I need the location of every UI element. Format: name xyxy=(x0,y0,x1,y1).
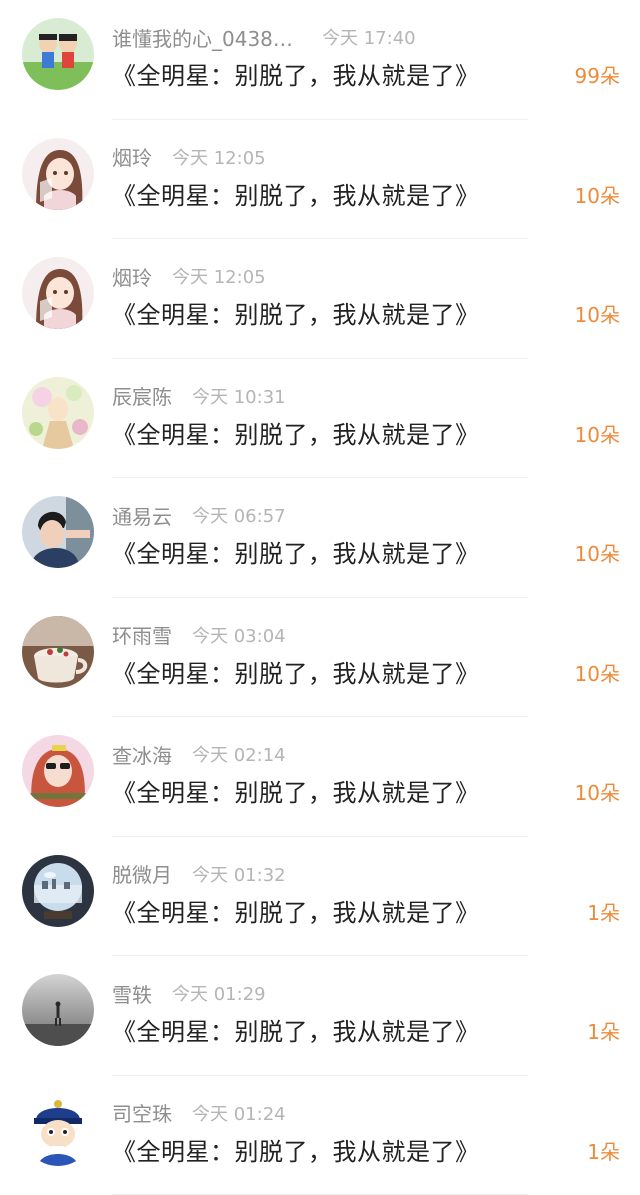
gift-title: 《全明星：别脱了，我从就是了》 xyxy=(112,295,480,330)
list-item[interactable]: 通易云今天 06:57 《全明星：别脱了，我从就是了》 10朵 xyxy=(0,478,640,598)
list-item[interactable]: 烟玲今天 12:05 《全明星：别脱了，我从就是了》 10朵 xyxy=(0,120,640,240)
gift-title: 《全明星：别脱了，我从就是了》 xyxy=(112,534,480,569)
flower-count: 10朵 xyxy=(575,180,620,209)
list-item[interactable]: 查冰海今天 02:14 《全明星：别脱了，我从就是了》 10朵 xyxy=(0,717,640,837)
gift-title: 《全明星：别脱了，我从就是了》 xyxy=(112,415,480,450)
username[interactable]: 脱微月 xyxy=(112,859,172,888)
list-item[interactable]: 脱微月今天 01:32 《全明星：别脱了，我从就是了》 1朵 xyxy=(0,837,640,957)
flower-count: 10朵 xyxy=(575,299,620,328)
item-meta: 谁懂我的心_04383... 今天 17:40 xyxy=(112,22,416,52)
list-item[interactable]: 辰宸陈今天 10:31 《全明星：别脱了，我从就是了》 10朵 xyxy=(0,359,640,479)
timestamp: 今天 06:57 xyxy=(192,502,286,528)
item-meta: 辰宸陈今天 10:31 xyxy=(112,381,286,411)
gift-title: 《全明星：别脱了，我从就是了》 xyxy=(112,654,480,689)
anime-girl-avatar[interactable] xyxy=(22,138,94,210)
list-item[interactable]: 谁懂我的心_04383... 今天 17:40 《全明星：别脱了，我从就是了》 99朵 xyxy=(0,0,640,120)
item-meta: 通易云今天 06:57 xyxy=(112,500,286,530)
foggy-figure-avatar[interactable] xyxy=(22,974,94,1046)
timestamp: 今天 10:31 xyxy=(192,383,286,409)
list-item[interactable]: 司空珠今天 01:24 《全明星：别脱了，我从就是了》 1朵 xyxy=(0,1076,640,1195)
flower-count: 1朵 xyxy=(587,1016,620,1045)
item-meta: 烟玲今天 12:05 xyxy=(112,142,266,172)
gift-title: 《全明星：别脱了，我从就是了》 xyxy=(112,1132,480,1167)
username[interactable]: 司空珠 xyxy=(112,1098,172,1127)
username[interactable]: 烟玲 xyxy=(112,262,152,291)
item-meta: 烟玲今天 12:05 xyxy=(112,261,266,291)
timestamp: 今天 12:05 xyxy=(172,144,266,170)
timestamp: 今天 12:05 xyxy=(172,263,266,289)
item-meta: 查冰海今天 02:14 xyxy=(112,739,286,769)
crystal-ball-avatar[interactable] xyxy=(22,855,94,927)
timestamp: 今天 01:29 xyxy=(172,980,266,1006)
username[interactable]: 环雨雪 xyxy=(112,620,172,649)
username[interactable]: 查冰海 xyxy=(112,740,172,769)
username[interactable]: 雪轶 xyxy=(112,979,152,1008)
gift-title: 《全明星：别脱了，我从就是了》 xyxy=(112,893,480,928)
gift-title: 《全明星：别脱了，我从就是了》 xyxy=(112,773,480,808)
cartoon-kids-avatar[interactable] xyxy=(22,18,94,90)
list-item[interactable]: 环雨雪今天 03:04 《全明星：别脱了，我从就是了》 10朵 xyxy=(0,598,640,718)
girl-sunglasses-avatar[interactable] xyxy=(22,735,94,807)
flower-count: 10朵 xyxy=(575,777,620,806)
gift-record-list: 谁懂我的心_04383... 今天 17:40 《全明星：别脱了，我从就是了》 99朵… xyxy=(0,0,640,1190)
timestamp: 今天 17:40 xyxy=(322,24,416,50)
flower-count: 1朵 xyxy=(587,1136,620,1165)
coffee-cup-avatar[interactable] xyxy=(22,616,94,688)
username[interactable]: 辰宸陈 xyxy=(112,381,172,410)
gift-title: 《全明星：别脱了，我从就是了》 xyxy=(112,56,480,91)
item-meta: 环雨雪今天 03:04 xyxy=(112,620,286,650)
fairy-illustration-avatar[interactable] xyxy=(22,377,94,449)
flower-count: 99朵 xyxy=(575,60,620,89)
flower-count: 1朵 xyxy=(587,897,620,926)
list-item[interactable]: 烟玲今天 12:05 《全明星：别脱了，我从就是了》 10朵 xyxy=(0,239,640,359)
item-meta: 司空珠今天 01:24 xyxy=(112,1098,286,1128)
item-meta: 脱微月今天 01:32 xyxy=(112,859,286,889)
flower-count: 10朵 xyxy=(575,658,620,687)
anime-girl-avatar[interactable] xyxy=(22,257,94,329)
username[interactable]: 谁懂我的心_04383... xyxy=(112,23,302,52)
gift-title: 《全明星：别脱了，我从就是了》 xyxy=(112,176,480,211)
username[interactable]: 通易云 xyxy=(112,501,172,530)
flower-count: 10朵 xyxy=(575,538,620,567)
item-meta: 雪轶今天 01:29 xyxy=(112,978,266,1008)
timestamp: 今天 03:04 xyxy=(192,622,286,648)
timestamp: 今天 01:24 xyxy=(192,1100,286,1126)
list-item[interactable]: 雪轶今天 01:29 《全明星：别脱了，我从就是了》 1朵 xyxy=(0,956,640,1076)
gift-title: 《全明星：别脱了，我从就是了》 xyxy=(112,1012,480,1047)
timestamp: 今天 02:14 xyxy=(192,741,286,767)
cartoon-official-avatar[interactable] xyxy=(22,1094,94,1166)
flower-count: 10朵 xyxy=(575,419,620,448)
timestamp: 今天 01:32 xyxy=(192,861,286,887)
young-man-avatar[interactable] xyxy=(22,496,94,568)
username[interactable]: 烟玲 xyxy=(112,142,152,171)
